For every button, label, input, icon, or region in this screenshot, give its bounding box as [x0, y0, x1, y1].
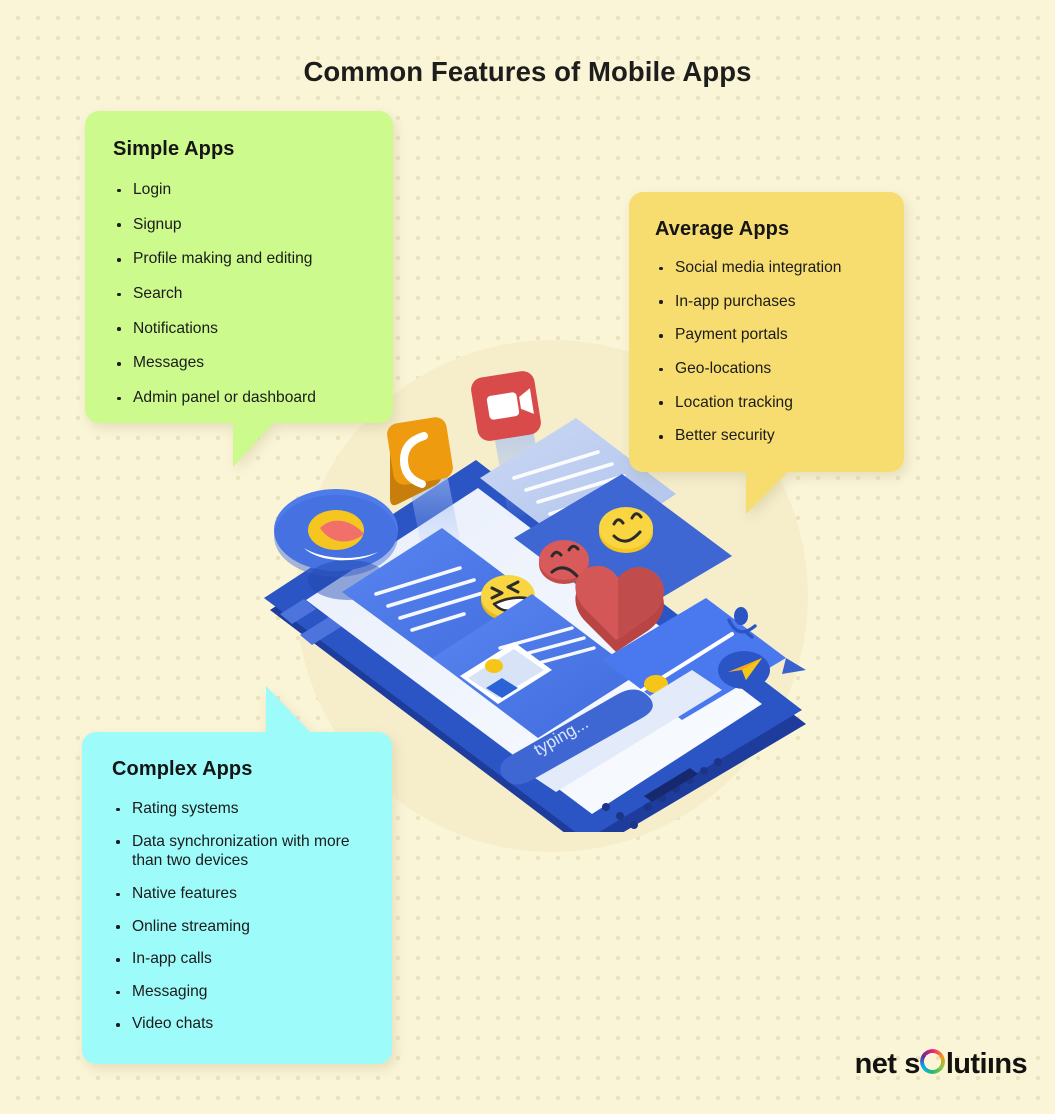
- card-average-list: Social media integration In-app purchase…: [655, 258, 904, 446]
- card-simple-apps: Simple Apps Login Signup Profile making …: [85, 111, 393, 467]
- list-item: Native features: [112, 884, 392, 904]
- logo-color-ring-icon: [920, 1049, 946, 1074]
- list-item: Login: [113, 180, 393, 200]
- logo-word-s: s: [904, 1048, 920, 1080]
- card-average-heading: Average Apps: [655, 218, 790, 240]
- video-camera-icon-card: [471, 371, 541, 441]
- list-item: Profile making and editing: [113, 249, 393, 269]
- list-item: Video chats: [112, 1014, 392, 1034]
- list-item: Messages: [113, 353, 393, 373]
- list-item: Data synchronization with more than two …: [112, 832, 372, 871]
- list-item: Signup: [113, 215, 393, 235]
- list-item: Location tracking: [655, 393, 904, 413]
- list-item: Payment portals: [655, 325, 904, 345]
- logo-word-net: net: [854, 1048, 897, 1080]
- page-title: Common Features of Mobile Apps: [303, 56, 752, 88]
- card-complex-apps: Complex Apps Rating systems Data synchro…: [82, 686, 392, 1064]
- list-item: Rating systems: [112, 799, 392, 819]
- list-item: Notifications: [113, 319, 393, 339]
- card-complex-tail: [266, 686, 310, 732]
- list-item: Online streaming: [112, 917, 392, 937]
- card-simple-tail: [233, 421, 275, 467]
- list-item: In-app calls: [112, 949, 392, 969]
- list-item: In-app purchases: [655, 292, 904, 312]
- card-average-apps: Average Apps Social media integration In…: [629, 192, 904, 514]
- card-average-tail: [746, 470, 790, 514]
- card-simple-list: Login Signup Profile making and editing …: [113, 180, 393, 407]
- logo-word-lutions: lutiıns: [945, 1048, 1028, 1080]
- card-simple-heading: Simple Apps: [113, 138, 235, 160]
- list-item: Better security: [655, 426, 904, 446]
- card-complex-heading: Complex Apps: [112, 758, 253, 780]
- list-item: Geo-locations: [655, 359, 904, 379]
- list-item: Social media integration: [655, 258, 904, 278]
- list-item: Search: [113, 284, 393, 304]
- emoji-smile: [599, 507, 653, 553]
- net-solutions-logo: net s lutiıns: [854, 1048, 1028, 1081]
- send-button[interactable]: [718, 651, 770, 689]
- list-item: Messaging: [112, 982, 392, 1002]
- list-item: Admin panel or dashboard: [113, 388, 393, 408]
- card-complex-list: Rating systems Data synchronization with…: [112, 799, 392, 1034]
